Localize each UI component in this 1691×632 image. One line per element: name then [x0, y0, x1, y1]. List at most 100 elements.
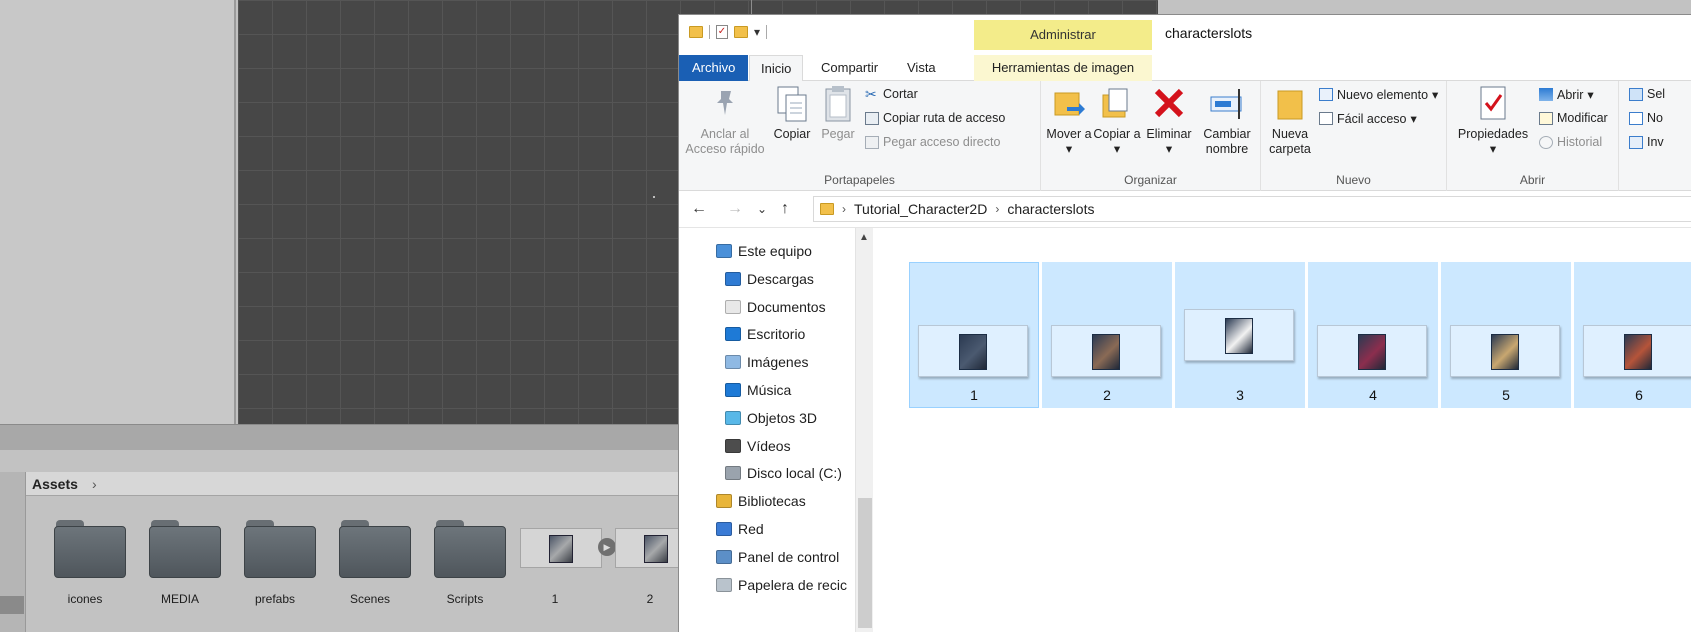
nav-item[interactable]: Bibliotecas: [716, 488, 806, 514]
file-item[interactable]: 1: [909, 262, 1039, 408]
paste-button[interactable]: Pegar: [817, 85, 859, 142]
chevron-right-icon[interactable]: ›: [842, 202, 846, 216]
nav-item[interactable]: Objetos 3D: [725, 405, 817, 431]
tab-vista[interactable]: Vista: [896, 55, 947, 81]
forward-arrow-icon[interactable]: →: [727, 200, 743, 218]
desktop-icon: [725, 327, 741, 342]
paste-shortcut-button[interactable]: Pegar acceso directo: [865, 135, 1000, 149]
pin-quick-access-button[interactable]: Anclar al Acceso rápido: [685, 85, 765, 157]
rename-icon: [1209, 85, 1245, 121]
folder-icon: [149, 520, 221, 578]
paste-label: Pegar: [821, 127, 855, 141]
rename-button[interactable]: Cambiar nombre: [1197, 85, 1257, 157]
properties-button[interactable]: Propiedades ▾: [1453, 85, 1533, 157]
nav-item[interactable]: Música: [725, 377, 791, 403]
group-label: Organizar: [1124, 173, 1177, 187]
edit-button[interactable]: Modificar: [1539, 111, 1608, 125]
open-button[interactable]: Abrir ▾: [1539, 87, 1594, 102]
tab-compartir[interactable]: Compartir: [810, 55, 889, 81]
copy-to-button[interactable]: Copiar a ▾: [1093, 85, 1141, 157]
chevron-right-icon[interactable]: ›: [995, 202, 999, 216]
character-image: [1624, 334, 1652, 370]
file-item[interactable]: 6: [1574, 262, 1691, 408]
new-folder-button[interactable]: Nueva carpeta: [1265, 85, 1315, 157]
chevron-down-icon[interactable]: ▾: [754, 25, 760, 39]
pin-icon: [707, 85, 743, 121]
cut-button[interactable]: ✂ Cortar: [865, 87, 918, 102]
copy-to-icon: [1099, 85, 1135, 121]
delete-button[interactable]: Eliminar ▾: [1143, 85, 1195, 157]
file-item[interactable]: 5: [1441, 262, 1571, 408]
file-thumbnail: [1317, 325, 1427, 377]
file-list[interactable]: 1 2 3 4 5 6: [873, 228, 1691, 632]
group-label: Portapapeles: [824, 173, 895, 187]
recent-locations-chevron-icon[interactable]: ⌄: [757, 202, 767, 216]
easy-access-button[interactable]: Fácil acceso ▾: [1319, 111, 1417, 126]
copy-path-button[interactable]: Copiar ruta de acceso: [865, 111, 1005, 125]
select-all-button[interactable]: Sel: [1629, 87, 1665, 101]
nav-item[interactable]: Descargas: [725, 266, 814, 292]
nav-item-label: Descargas: [747, 270, 814, 287]
document-icon: [725, 299, 741, 314]
tab-inicio[interactable]: Inicio: [749, 55, 804, 82]
edit-label: Modificar: [1557, 111, 1608, 125]
file-name: 5: [1502, 387, 1510, 403]
scrollbar-thumb[interactable]: [858, 498, 872, 628]
asset-sprite[interactable]: ▶ 1: [512, 520, 616, 620]
window-title: characterslots: [1165, 25, 1253, 41]
move-to-icon: [1051, 85, 1087, 121]
download-icon: [725, 271, 741, 286]
history-button[interactable]: Historial: [1539, 135, 1602, 149]
nav-item[interactable]: Vídeos: [725, 433, 791, 459]
copy-button[interactable]: Copiar: [769, 85, 815, 142]
edit-icon: [1539, 111, 1553, 125]
nav-item[interactable]: Este equipo: [716, 238, 812, 264]
nav-item[interactable]: Panel de control: [716, 544, 839, 570]
new-item-button[interactable]: Nuevo elemento ▾: [1319, 87, 1438, 102]
title-bar[interactable]: ✓ ▾ Administrar characterslots: [679, 15, 1691, 55]
asset-folder[interactable]: prefabs: [232, 520, 318, 620]
group-portapapeles: Anclar al Acceso rápido Copiar Pegar ✂ C…: [679, 81, 1041, 191]
character-image: [1225, 318, 1253, 354]
project-tree-selection[interactable]: [0, 596, 24, 614]
asset-folder[interactable]: MEDIA: [137, 520, 223, 620]
breadcrumb-item[interactable]: characterslots: [1007, 201, 1094, 217]
nav-item[interactable]: Red: [716, 516, 764, 542]
assets-breadcrumb: Assets ›: [26, 472, 690, 496]
tab-archivo[interactable]: Archivo: [679, 55, 749, 81]
properties-icon[interactable]: ✓: [716, 25, 728, 39]
new-folder-icon[interactable]: [734, 26, 748, 38]
nav-scrollbar[interactable]: ▲: [855, 228, 873, 632]
unity-panel-divider[interactable]: [0, 424, 690, 450]
asset-folder[interactable]: icones: [42, 520, 128, 620]
asset-folder[interactable]: Scenes: [327, 520, 413, 620]
new-item-icon: [1319, 88, 1333, 101]
nav-item[interactable]: Papelera de recic: [716, 572, 847, 598]
rename-label: Cambiar nombre: [1203, 127, 1251, 156]
scroll-up-icon[interactable]: ▲: [859, 232, 869, 243]
file-item[interactable]: 3: [1175, 262, 1305, 408]
asset-folder[interactable]: Scripts: [422, 520, 508, 620]
assets-title[interactable]: Assets: [32, 476, 78, 492]
breadcrumb-item[interactable]: Tutorial_Character2D: [854, 201, 987, 217]
file-item[interactable]: 2: [1042, 262, 1172, 408]
invert-selection-button[interactable]: Inv: [1629, 135, 1664, 149]
select-none-icon: [1629, 111, 1643, 125]
scene-point: [653, 196, 655, 198]
back-arrow-icon[interactable]: ←: [691, 200, 707, 218]
nav-item[interactable]: Imágenes: [725, 349, 808, 375]
nav-item[interactable]: Documentos: [725, 294, 826, 320]
file-item[interactable]: 4: [1308, 262, 1438, 408]
select-none-button[interactable]: No: [1629, 111, 1663, 125]
move-to-button[interactable]: Mover a ▾: [1045, 85, 1093, 157]
nav-item-label: Imágenes: [747, 354, 809, 371]
up-arrow-icon[interactable]: ↑: [781, 200, 789, 218]
nav-item[interactable]: Disco local (C:): [725, 460, 842, 486]
properties-label: Propiedades: [1457, 127, 1529, 141]
new-item-label: Nuevo elemento: [1337, 87, 1429, 102]
address-bar[interactable]: › Tutorial_Character2D › characterslots: [813, 196, 1691, 222]
nav-item[interactable]: Escritorio: [725, 321, 805, 347]
new-folder-icon: [1272, 85, 1308, 121]
asset-label: icones: [67, 592, 103, 606]
tab-herramientas-de-imagen[interactable]: Herramientas de imagen: [974, 55, 1152, 81]
